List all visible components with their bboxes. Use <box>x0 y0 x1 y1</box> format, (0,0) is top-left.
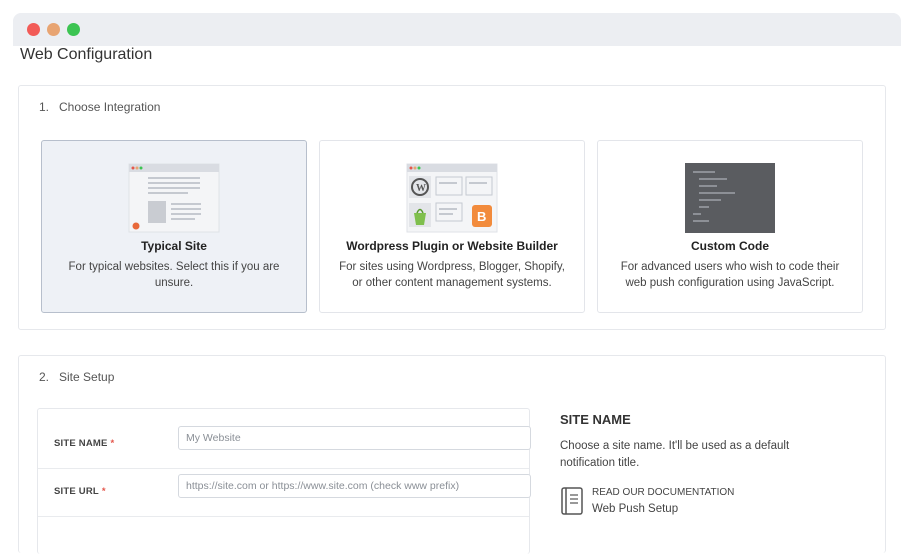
section-title: Site Setup <box>59 370 115 384</box>
documentation-book-icon <box>561 487 583 515</box>
page-title: Web Configuration <box>20 46 153 63</box>
field-label-text: SITE URL <box>54 486 99 497</box>
section-title: Choose Integration <box>59 100 161 114</box>
close-window-button[interactable] <box>27 23 40 36</box>
card-description: For advanced users who wish to code thei… <box>620 261 840 289</box>
code-editor-illustration-icon <box>685 163 775 233</box>
minimize-window-button[interactable] <box>47 23 60 36</box>
site-url-row: SITE URL * <box>38 469 531 517</box>
site-url-label: SITE URL * <box>54 486 106 497</box>
card-description: For sites using Wordpress, Blogger, Shop… <box>339 261 565 289</box>
maximize-window-button[interactable] <box>67 23 80 36</box>
section-number: 1. <box>39 100 50 114</box>
integration-card-wordpress[interactable]: W B Wordpress Plugin or Website Builder … <box>319 140 585 313</box>
cms-logos-illustration-icon: W B <box>406 163 498 233</box>
site-name-label: SITE NAME * <box>54 438 114 449</box>
info-title: SITE NAME <box>560 412 631 427</box>
section-header: 1. Choose Integration <box>39 100 160 114</box>
site-name-input[interactable] <box>178 426 531 450</box>
svg-text:B: B <box>477 209 486 224</box>
card-description: For typical websites. Select this if you… <box>68 261 280 289</box>
site-name-row: SITE NAME * <box>38 421 531 469</box>
field-label-text: SITE NAME <box>54 438 108 449</box>
card-title: Typical Site <box>141 239 207 253</box>
integration-card-custom-code[interactable]: Custom Code For advanced users who wish … <box>597 140 863 313</box>
site-setup-form: SITE NAME* SITE URL* <box>37 408 531 554</box>
site-url-input[interactable] <box>178 474 531 498</box>
svg-text:W: W <box>416 183 426 194</box>
site-setup-section: 2.Site Setup SITE NAME* SITE URL* SITE N… <box>18 355 886 554</box>
required-marker: * <box>101 486 106 497</box>
integration-card-typical-site[interactable]: Typical Site For typical websites. Selec… <box>41 140 307 313</box>
section-header: 2. Site Setup <box>39 370 114 384</box>
documentation-link[interactable]: Web Push Setup <box>592 503 678 515</box>
window-titlebar <box>13 13 901 46</box>
section-number: 2. <box>39 370 50 384</box>
card-title: Custom Code <box>691 239 769 253</box>
choose-integration-section: 1. Choose Integration Typical Site For ty… <box>18 85 886 330</box>
card-title: Wordpress Plugin or Website Builder <box>346 239 558 253</box>
info-description: Choose a site name. It'll be used as a d… <box>560 440 790 469</box>
required-marker: * <box>110 438 115 449</box>
documentation-label[interactable]: READ OUR DOCUMENTATION <box>592 487 734 498</box>
browser-page-illustration-icon <box>128 163 220 233</box>
